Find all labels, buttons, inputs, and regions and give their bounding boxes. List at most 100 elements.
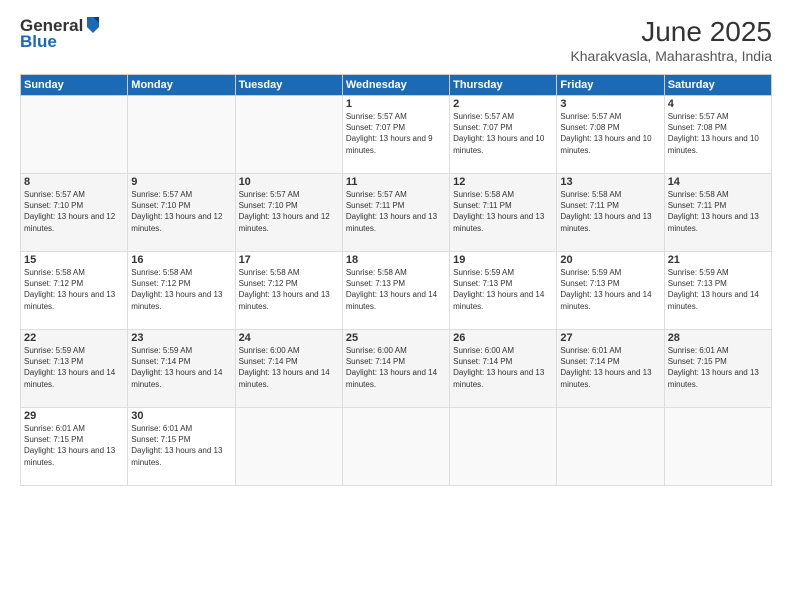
calendar-cell — [128, 96, 235, 174]
day-number: 16 — [131, 254, 231, 266]
day-number: 4 — [668, 98, 768, 110]
day-info: Sunrise: 6:01 AMSunset: 7:14 PMDaylight:… — [560, 346, 651, 389]
day-number: 30 — [131, 410, 231, 422]
title-block: June 2025 Kharakvasla, Maharashtra, Indi… — [570, 16, 772, 64]
day-info: Sunrise: 5:57 AMSunset: 7:10 PMDaylight:… — [131, 190, 222, 233]
day-info: Sunrise: 5:58 AMSunset: 7:11 PMDaylight:… — [668, 190, 759, 233]
calendar-week-4: 22Sunrise: 5:59 AMSunset: 7:13 PMDayligh… — [21, 330, 772, 408]
day-info: Sunrise: 5:57 AMSunset: 7:07 PMDaylight:… — [346, 112, 433, 155]
day-number: 1 — [346, 98, 446, 110]
calendar-cell: 17Sunrise: 5:58 AMSunset: 7:12 PMDayligh… — [235, 252, 342, 330]
calendar-cell: 27 Sunrise: 6:01 AMSunset: 7:14 PMDayligh… — [557, 330, 664, 408]
header-cell-wednesday: Wednesday — [342, 75, 449, 96]
calendar-cell: 26 Sunrise: 6:00 AMSunset: 7:14 PMDayligh… — [450, 330, 557, 408]
calendar-cell: 28 Sunrise: 6:01 AMSunset: 7:15 PMDayligh… — [664, 330, 771, 408]
day-number: 29 — [24, 410, 124, 422]
calendar-cell: 19 Sunrise: 5:59 AMSunset: 7:13 PMDayligh… — [450, 252, 557, 330]
header-cell-thursday: Thursday — [450, 75, 557, 96]
day-info: Sunrise: 6:00 AMSunset: 7:14 PMDaylight:… — [453, 346, 544, 389]
day-number: 2 — [453, 98, 553, 110]
day-number: 24 — [239, 332, 339, 344]
day-number: 14 — [668, 176, 768, 188]
calendar-cell: 22Sunrise: 5:59 AMSunset: 7:13 PMDayligh… — [21, 330, 128, 408]
calendar-cell: 13 Sunrise: 5:58 AMSunset: 7:11 PMDayligh… — [557, 174, 664, 252]
day-number: 15 — [24, 254, 124, 266]
day-info: Sunrise: 5:58 AMSunset: 7:11 PMDaylight:… — [453, 190, 544, 233]
main-title: June 2025 — [570, 16, 772, 48]
calendar-cell — [557, 408, 664, 486]
calendar-cell: 23 Sunrise: 5:59 AMSunset: 7:14 PMDayligh… — [128, 330, 235, 408]
header-cell-saturday: Saturday — [664, 75, 771, 96]
subtitle: Kharakvasla, Maharashtra, India — [570, 48, 772, 64]
calendar-cell: 10 Sunrise: 5:57 AMSunset: 7:10 PMDayligh… — [235, 174, 342, 252]
day-info: Sunrise: 5:57 AMSunset: 7:08 PMDaylight:… — [560, 112, 651, 155]
calendar-week-2: 8 Sunrise: 5:57 AMSunset: 7:10 PMDaylight… — [21, 174, 772, 252]
day-number: 13 — [560, 176, 660, 188]
day-info: Sunrise: 6:00 AMSunset: 7:14 PMDaylight:… — [239, 346, 330, 389]
day-info: Sunrise: 6:01 AMSunset: 7:15 PMDaylight:… — [24, 424, 115, 467]
calendar-cell — [235, 408, 342, 486]
calendar-header-row: SundayMondayTuesdayWednesdayThursdayFrid… — [21, 75, 772, 96]
calendar-cell — [235, 96, 342, 174]
calendar-cell: 11 Sunrise: 5:57 AMSunset: 7:11 PMDayligh… — [342, 174, 449, 252]
calendar-table: SundayMondayTuesdayWednesdayThursdayFrid… — [20, 74, 772, 486]
calendar-cell: 2 Sunrise: 5:57 AMSunset: 7:07 PMDaylight… — [450, 96, 557, 174]
calendar-cell: 9 Sunrise: 5:57 AMSunset: 7:10 PMDaylight… — [128, 174, 235, 252]
day-number: 21 — [668, 254, 768, 266]
calendar-cell — [450, 408, 557, 486]
calendar-cell: 18 Sunrise: 5:58 AMSunset: 7:13 PMDayligh… — [342, 252, 449, 330]
header: General Blue June 2025 Kharakvasla, Maha… — [20, 16, 772, 64]
day-number: 18 — [346, 254, 446, 266]
calendar-cell: 4 Sunrise: 5:57 AMSunset: 7:08 PMDaylight… — [664, 96, 771, 174]
day-info: Sunrise: 5:58 AMSunset: 7:13 PMDaylight:… — [346, 268, 437, 311]
day-info: Sunrise: 5:57 AMSunset: 7:10 PMDaylight:… — [24, 190, 115, 233]
day-info: Sunrise: 5:57 AMSunset: 7:10 PMDaylight:… — [239, 190, 330, 233]
day-info: Sunrise: 5:59 AMSunset: 7:14 PMDaylight:… — [131, 346, 222, 389]
logo: General Blue — [20, 16, 101, 52]
header-cell-sunday: Sunday — [21, 75, 128, 96]
day-info: Sunrise: 5:57 AMSunset: 7:08 PMDaylight:… — [668, 112, 759, 155]
day-number: 3 — [560, 98, 660, 110]
calendar-week-1: 1 Sunrise: 5:57 AMSunset: 7:07 PMDaylight… — [21, 96, 772, 174]
day-info: Sunrise: 5:57 AMSunset: 7:07 PMDaylight:… — [453, 112, 544, 155]
logo-icon — [85, 15, 101, 35]
day-number: 26 — [453, 332, 553, 344]
calendar-cell: 20 Sunrise: 5:59 AMSunset: 7:13 PMDayligh… — [557, 252, 664, 330]
day-number: 11 — [346, 176, 446, 188]
day-info: Sunrise: 5:57 AMSunset: 7:11 PMDaylight:… — [346, 190, 437, 233]
day-info: Sunrise: 5:58 AMSunset: 7:12 PMDaylight:… — [131, 268, 222, 311]
day-number: 20 — [560, 254, 660, 266]
calendar-week-5: 29 Sunrise: 6:01 AMSunset: 7:15 PMDayligh… — [21, 408, 772, 486]
day-info: Sunrise: 5:59 AMSunset: 7:13 PMDaylight:… — [560, 268, 651, 311]
day-number: 19 — [453, 254, 553, 266]
calendar-cell: 16 Sunrise: 5:58 AMSunset: 7:12 PMDayligh… — [128, 252, 235, 330]
day-info: Sunrise: 5:59 AMSunset: 7:13 PMDaylight:… — [453, 268, 544, 311]
calendar-cell — [664, 408, 771, 486]
header-cell-tuesday: Tuesday — [235, 75, 342, 96]
calendar-cell: 1 Sunrise: 5:57 AMSunset: 7:07 PMDaylight… — [342, 96, 449, 174]
day-number: 27 — [560, 332, 660, 344]
day-info: Sunrise: 5:58 AMSunset: 7:11 PMDaylight:… — [560, 190, 651, 233]
header-cell-monday: Monday — [128, 75, 235, 96]
header-cell-friday: Friday — [557, 75, 664, 96]
day-info: Sunrise: 5:58 AMSunset: 7:12 PMDaylight:… — [24, 268, 115, 311]
calendar-cell: 25Sunrise: 6:00 AMSunset: 7:14 PMDayligh… — [342, 330, 449, 408]
day-number: 28 — [668, 332, 768, 344]
day-number: 12 — [453, 176, 553, 188]
calendar-cell: 3 Sunrise: 5:57 AMSunset: 7:08 PMDaylight… — [557, 96, 664, 174]
day-number: 23 — [131, 332, 231, 344]
day-number: 8 — [24, 176, 124, 188]
day-number: 25 — [346, 332, 446, 344]
calendar-cell: 30 Sunrise: 6:01 AMSunset: 7:15 PMDayligh… — [128, 408, 235, 486]
day-number: 17 — [239, 254, 339, 266]
day-info: Sunrise: 6:01 AMSunset: 7:15 PMDaylight:… — [131, 424, 222, 467]
calendar-cell: 29 Sunrise: 6:01 AMSunset: 7:15 PMDayligh… — [21, 408, 128, 486]
day-number: 10 — [239, 176, 339, 188]
day-info: Sunrise: 6:01 AMSunset: 7:15 PMDaylight:… — [668, 346, 759, 389]
day-number: 22 — [24, 332, 124, 344]
calendar-week-3: 15 Sunrise: 5:58 AMSunset: 7:12 PMDayligh… — [21, 252, 772, 330]
day-number: 9 — [131, 176, 231, 188]
calendar-cell: 21Sunrise: 5:59 AMSunset: 7:13 PMDayligh… — [664, 252, 771, 330]
calendar-cell — [342, 408, 449, 486]
calendar-cell: 24 Sunrise: 6:00 AMSunset: 7:14 PMDayligh… — [235, 330, 342, 408]
